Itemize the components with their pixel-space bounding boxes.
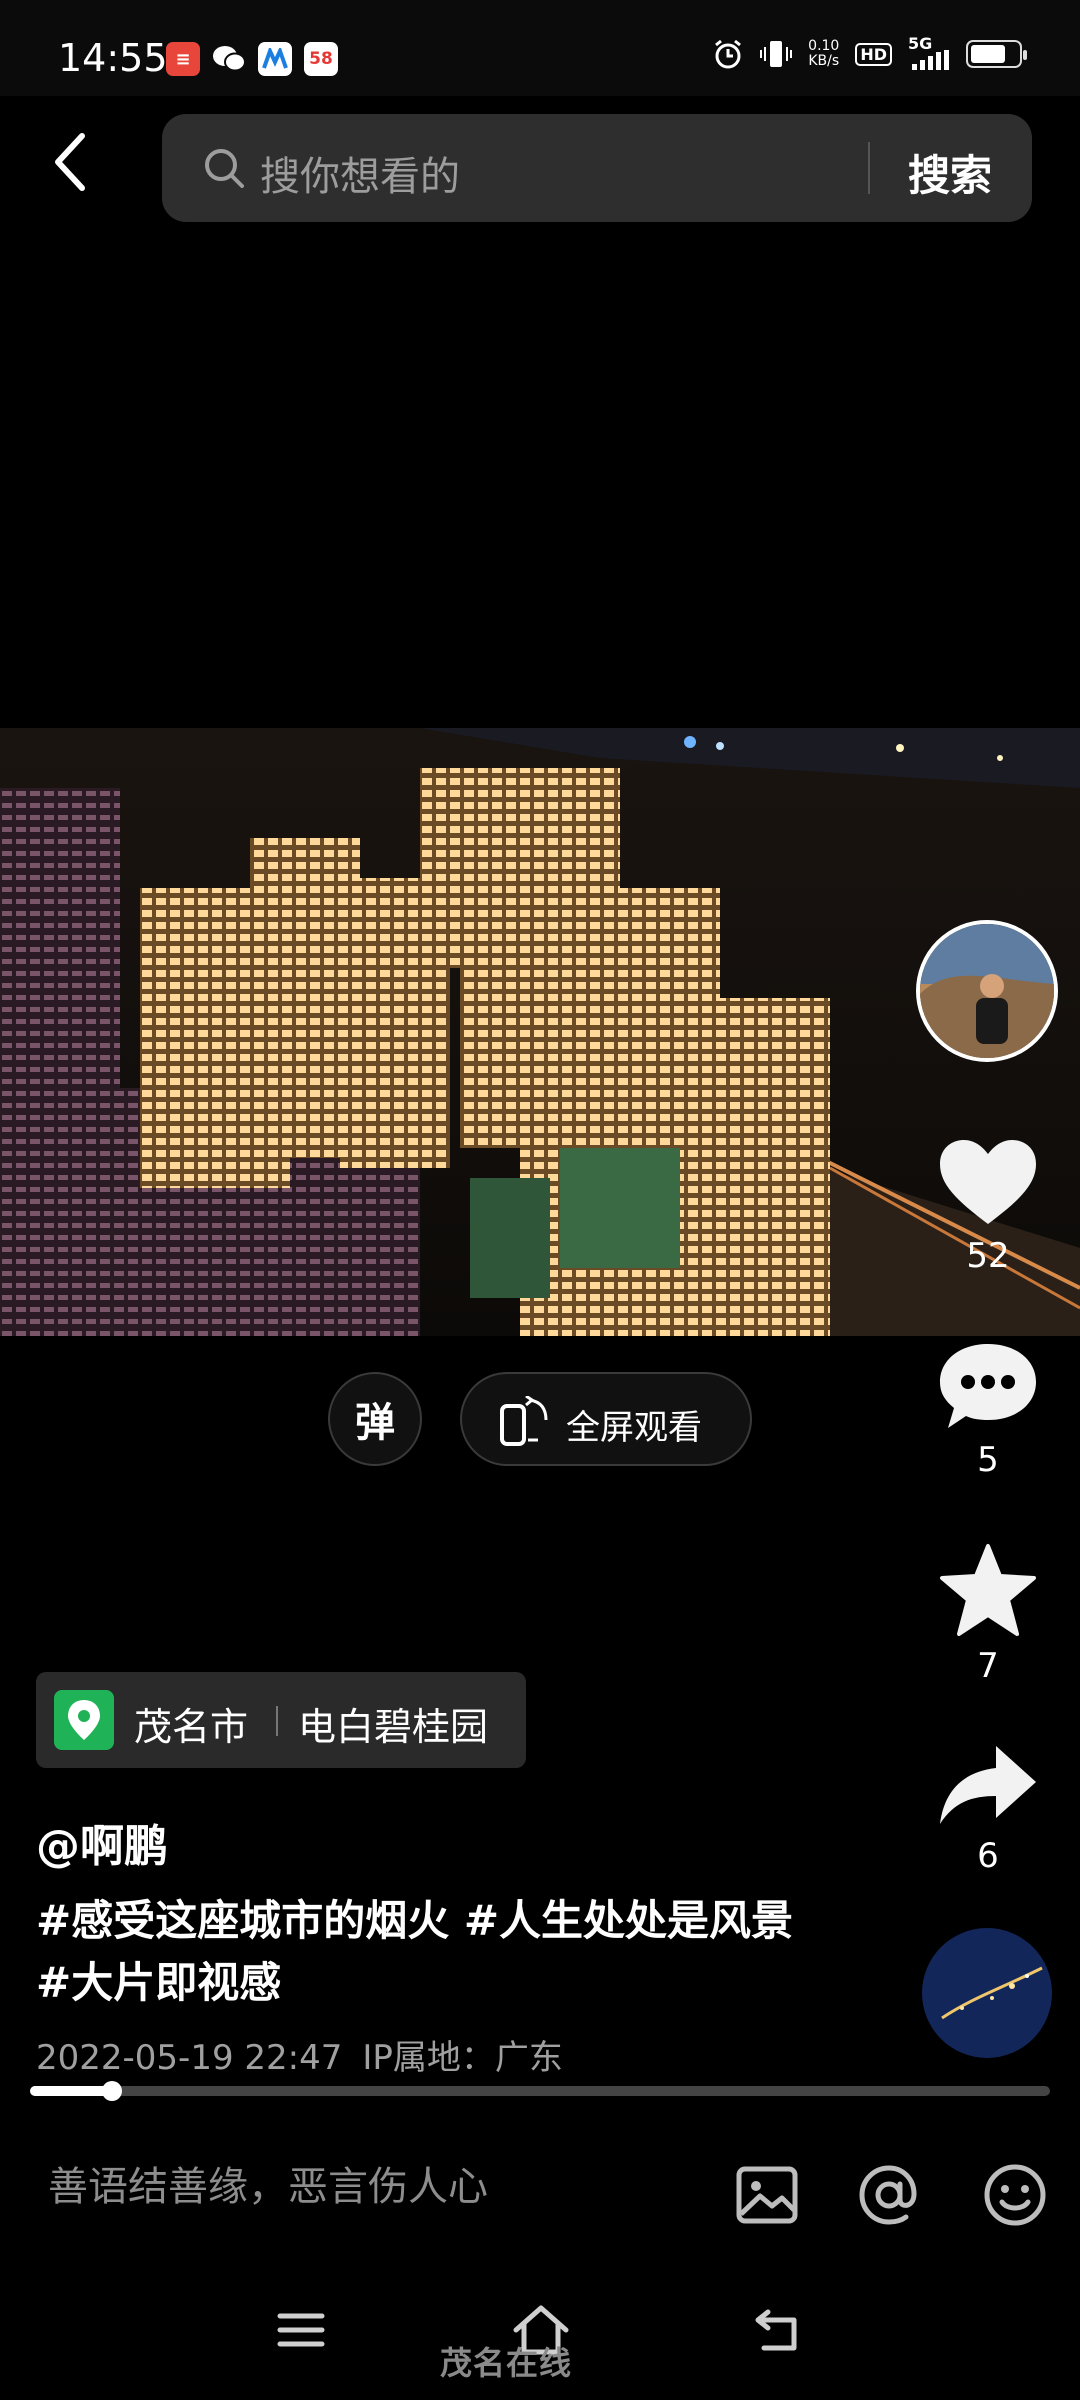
rotate-screen-icon [500, 1396, 548, 1446]
search-icon [205, 149, 244, 188]
heart-icon [940, 1140, 1036, 1224]
comment-button[interactable]: 5 [928, 1340, 1048, 1480]
avatar-image [920, 924, 1054, 1058]
nav-back-button[interactable] [746, 2300, 816, 2360]
news-app-icon: ≡ [166, 42, 200, 76]
star-icon [940, 1544, 1036, 1636]
author-avatar[interactable] [916, 920, 1058, 1062]
status-bar: 14:55 ≡ 58 0.10 KB/s HD 5G [0, 0, 1080, 96]
danmu-toggle-button[interactable]: 弹 [328, 1372, 422, 1466]
ip-location: IP属地：广东 [362, 2038, 563, 2078]
menu-icon [277, 2313, 325, 2347]
music-disc[interactable] [922, 1928, 1052, 2058]
hd-badge: HD [855, 42, 892, 66]
search-input[interactable]: 搜你想看的 [260, 144, 460, 202]
video-frame [0, 728, 1080, 1336]
back-arrow-icon [755, 2309, 797, 2351]
maps-app-icon [258, 42, 292, 76]
favorite-count: 7 [977, 1646, 999, 1686]
mention-button[interactable] [854, 2160, 924, 2230]
image-button[interactable] [732, 2160, 802, 2230]
author-name[interactable]: @啊鹏 [36, 1810, 168, 1874]
progress-thumb[interactable] [101, 2081, 122, 2101]
nav-menu-button[interactable] [266, 2300, 336, 2360]
back-button[interactable] [50, 132, 110, 202]
status-indicators: 0.10 KB/s HD 5G [712, 34, 1027, 70]
music-disc-image [922, 1928, 1052, 2058]
location-city: 茂名市 [134, 1705, 249, 1749]
status-time: 14:55 [58, 36, 168, 80]
danmu-label: 弹 [355, 1400, 395, 1446]
progress-fill [30, 2086, 112, 2096]
signal-icon: 5G [908, 34, 950, 70]
comment-icon [940, 1344, 1036, 1428]
search-bar[interactable]: 搜你想看的 搜索 [162, 114, 1032, 222]
watermark: 茂名在线 [440, 2344, 573, 2382]
share-arrow-icon [940, 1746, 1036, 1824]
fullscreen-button[interactable]: 全屏观看 [460, 1372, 752, 1466]
wechat-icon [212, 42, 246, 76]
comment-input[interactable]: 善语结善缘，恶言伤人心 [48, 2154, 488, 2212]
location-tag[interactable]: 茂名市 电白碧桂园 [36, 1672, 526, 1768]
share-button[interactable]: 6 [928, 1742, 1048, 1876]
chevron-left-icon [55, 133, 85, 191]
search-button[interactable]: 搜索 [908, 142, 992, 203]
fullscreen-label: 全屏观看 [566, 1408, 702, 1448]
favorite-button[interactable]: 7 [928, 1542, 1048, 1686]
post-meta: 2022-05-19 22:47 IP属地：广东 [36, 2030, 563, 2079]
alarm-icon [715, 39, 742, 69]
share-count: 6 [977, 1836, 999, 1876]
like-count: 52 [966, 1236, 1010, 1276]
at-icon [859, 2165, 917, 2225]
post-description: #感受这座城市的烟火 #人生处处是风景 #大片即视感 [36, 1896, 794, 2007]
video-player[interactable] [0, 728, 1080, 1336]
post-date: 2022-05-19 22:47 [36, 2038, 343, 2078]
network-speed: 0.10 KB/s [808, 38, 840, 69]
status-app-icons: ≡ 58 [166, 42, 338, 76]
58-app-icon: 58 [304, 42, 338, 76]
location-place: 电白碧桂园 [298, 1705, 489, 1749]
comment-count: 5 [977, 1440, 999, 1480]
video-progress-bar[interactable] [30, 2081, 1050, 2101]
emoji-button[interactable] [980, 2160, 1050, 2230]
emoji-icon [984, 2164, 1046, 2226]
location-divider [276, 1706, 278, 1736]
battery-icon [966, 40, 1027, 68]
image-icon [736, 2166, 798, 2224]
vibrate-icon [760, 41, 793, 67]
location-pin-icon [54, 1690, 114, 1750]
like-button[interactable]: 52 [928, 1136, 1048, 1276]
search-divider [868, 142, 870, 194]
